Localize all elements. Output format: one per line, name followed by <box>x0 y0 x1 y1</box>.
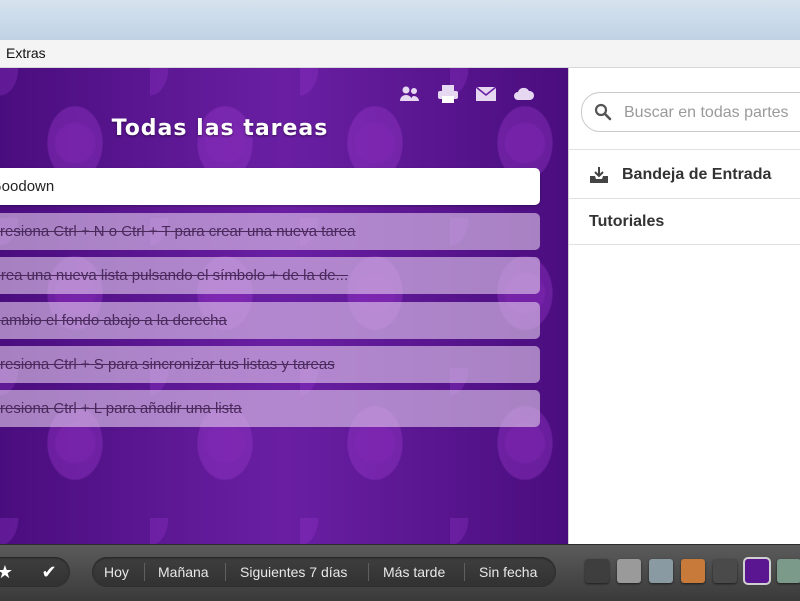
background-swatch[interactable] <box>681 559 705 583</box>
cloud-icon[interactable] <box>512 84 536 104</box>
print-icon[interactable] <box>436 84 460 104</box>
task-item[interactable]: Presiona Ctrl + S para sincronizar tus l… <box>0 346 540 383</box>
search-box <box>581 92 800 133</box>
sidebar: Bandeja de Entrada Tutoriales <box>568 68 800 544</box>
menubar: Extras <box>0 40 800 68</box>
divider <box>569 244 800 245</box>
list-title: Todas las tareas <box>111 116 329 141</box>
divider <box>569 149 800 150</box>
background-swatch[interactable] <box>777 559 800 583</box>
divider <box>144 563 145 581</box>
divider <box>225 563 226 581</box>
bottom-toolbar: ★ ✔ Hoy Mañana Siguientes 7 días Más tar… <box>0 544 800 601</box>
task-list-panel: Todas las tareas Goodown Presiona Ctrl +… <box>0 68 568 544</box>
sidebar-item-label: Bandeja de Entrada <box>622 166 772 183</box>
filter-later[interactable]: Más tarde <box>383 557 445 587</box>
task-text: Presiona Ctrl + N o Ctrl + T para crear … <box>0 223 356 240</box>
inbox-icon <box>590 167 608 183</box>
sidebar-item-tutoriales[interactable]: Tutoriales <box>569 199 800 245</box>
date-filters: Hoy Mañana Siguientes 7 días Más tarde S… <box>92 557 556 587</box>
task-text: Crea una nueva lista pulsando el símbolo… <box>0 267 349 284</box>
background-swatch[interactable] <box>743 557 771 585</box>
task-item[interactable]: Goodown <box>0 168 540 205</box>
task-text: Cambio el fondo abajo a la derecha <box>0 312 227 329</box>
filter-no-date[interactable]: Sin fecha <box>479 557 537 587</box>
task-item[interactable]: Cambio el fondo abajo a la derecha <box>0 302 540 339</box>
task-item[interactable]: Presiona Ctrl + N o Ctrl + T para crear … <box>0 213 540 250</box>
mail-icon[interactable] <box>474 84 498 104</box>
menu-extras[interactable]: Extras <box>6 45 46 61</box>
filter-today[interactable]: Hoy <box>104 557 129 587</box>
checkmark-icon[interactable]: ✔ <box>34 557 64 587</box>
window-titlebar <box>0 0 800 41</box>
filter-next-7-days[interactable]: Siguientes 7 días <box>240 557 347 587</box>
task-text: Presiona Ctrl + L para añadir una lista <box>0 400 242 417</box>
star-icon[interactable]: ★ <box>0 557 20 587</box>
background-swatch[interactable] <box>585 559 609 583</box>
sidebar-item-label: Tutoriales <box>589 213 665 230</box>
task-item[interactable]: Presiona Ctrl + L para añadir una lista <box>0 390 540 427</box>
task-item[interactable]: Crea una nueva lista pulsando el símbolo… <box>0 257 540 294</box>
divider <box>464 563 465 581</box>
task-text: Presiona Ctrl + S para sincronizar tus l… <box>0 356 335 373</box>
background-swatch[interactable] <box>713 559 737 583</box>
quick-actions: ★ ✔ <box>0 557 70 587</box>
task-text: Goodown <box>0 178 55 195</box>
background-swatch[interactable] <box>617 559 641 583</box>
search-input[interactable] <box>622 93 800 133</box>
share-icon[interactable] <box>398 84 422 104</box>
filter-tomorrow[interactable]: Mañana <box>158 557 209 587</box>
divider <box>368 563 369 581</box>
background-swatch[interactable] <box>649 559 673 583</box>
search-icon <box>594 103 612 121</box>
sidebar-item-inbox[interactable]: Bandeja de Entrada <box>569 152 800 198</box>
